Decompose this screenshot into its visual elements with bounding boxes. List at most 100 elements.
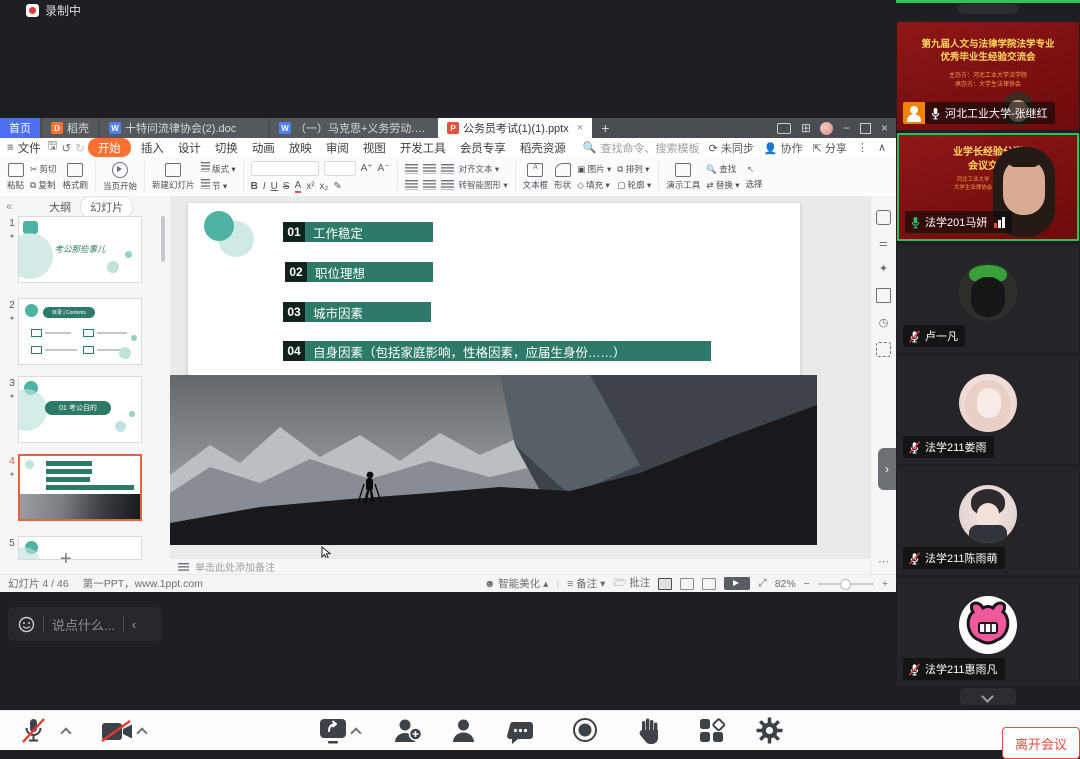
bullets-icon[interactable]	[405, 164, 418, 174]
sync-status[interactable]: ⟳ 未同步	[709, 140, 754, 156]
reading-view-icon[interactable]	[702, 578, 716, 590]
menu-design[interactable]: 设计	[171, 140, 208, 156]
new-slide-button[interactable]: 新建幻灯片	[152, 163, 195, 191]
collapse-ribbon-icon[interactable]: ∧	[878, 141, 886, 154]
numbering-icon[interactable]	[423, 164, 436, 174]
minimize-button[interactable]: −	[843, 121, 850, 135]
apps-button[interactable]	[698, 717, 725, 744]
menu-file[interactable]: ≡文件	[0, 140, 48, 156]
sorter-view-icon[interactable]	[680, 578, 694, 590]
zoom-slider-knob[interactable]	[840, 579, 851, 590]
align-text-button[interactable]: 对齐文本 ▾	[459, 163, 500, 175]
bold-button[interactable]: B	[251, 181, 258, 192]
grow-font-icon[interactable]: A⁺	[361, 163, 373, 174]
participants-button[interactable]	[450, 717, 477, 744]
slide-thumbnail-1[interactable]: 考公那些事儿	[18, 216, 142, 283]
account-avatar[interactable]	[820, 122, 833, 135]
zoom-in-button[interactable]: +	[882, 578, 888, 590]
beautify-button[interactable]: ☻ 智能美化 ▴	[484, 576, 548, 591]
normal-view-icon[interactable]	[658, 578, 672, 590]
present-tools-button[interactable]: 演示工具	[666, 163, 700, 191]
maximize-button[interactable]	[860, 123, 871, 134]
camera-options-caret[interactable]	[138, 727, 147, 736]
command-search[interactable]: 🔍 查找命令、搜索模板	[583, 140, 700, 156]
slide-canvas[interactable]: 01工作稳定 02职位理想 03城市因素 04自身因素（包括家庭影响，性格因素，…	[170, 196, 870, 558]
smart-graphic-button[interactable]: 转智能图形 ▾	[459, 179, 508, 191]
collapse-panel-icon[interactable]: «	[0, 201, 18, 213]
menu-view[interactable]: 视图	[356, 140, 393, 156]
italic-button[interactable]: I	[263, 181, 266, 192]
camera-muted-button[interactable]	[100, 720, 136, 743]
chat-input-placeholder[interactable]: 说点什么...	[52, 615, 115, 634]
tab-home[interactable]: 首页	[0, 118, 40, 138]
emoji-icon[interactable]	[18, 616, 35, 633]
share-screen-button[interactable]	[318, 717, 348, 745]
sidepanel-icon[interactable]	[777, 123, 791, 134]
participant-tile-speaking[interactable]: 业学长经验分享 会议交流 河北工业大学 大学生法律协会 法学201马妍	[897, 133, 1079, 241]
expand-panel-tab[interactable]: ›	[878, 448, 896, 490]
indent-icon[interactable]	[441, 164, 454, 174]
outline-button[interactable]: ▢ 轮廓 ▾	[617, 179, 651, 191]
more-tools-icon[interactable]: ⋯	[878, 555, 889, 568]
chat-button[interactable]	[507, 720, 534, 744]
participant-tile[interactable]: 法学211娄雨	[897, 356, 1079, 464]
font-color-button[interactable]: A	[295, 180, 302, 193]
invite-button[interactable]	[392, 717, 422, 744]
copy-button[interactable]: ⧉ 复制	[30, 179, 57, 191]
shrink-font-icon[interactable]: A⁻	[378, 163, 390, 174]
collapse-chat-icon[interactable]: ‹	[132, 617, 136, 632]
superscript-button[interactable]: x²	[306, 181, 314, 192]
menu-start[interactable]: 开始	[88, 138, 131, 157]
menu-docer-res[interactable]: 稻壳资源	[513, 140, 573, 156]
shapes-button[interactable]: 形状	[554, 163, 571, 191]
format-painter-button[interactable]: 格式刷	[63, 163, 89, 191]
record-button[interactable]	[572, 717, 598, 743]
add-slide-button[interactable]: +	[60, 548, 72, 571]
zoom-out-button[interactable]: −	[804, 578, 810, 590]
participant-tile[interactable]: 卢一凡	[897, 245, 1079, 353]
fit-zoom-icon[interactable]: ⤢	[758, 577, 766, 590]
redo-icon[interactable]: ↻	[75, 141, 85, 155]
slide-list-item[interactable]: 01工作稳定	[283, 222, 433, 242]
new-tab-button[interactable]: +	[592, 118, 618, 138]
participant-tile[interactable]: 法学211惠雨凡	[897, 578, 1079, 686]
layout-button[interactable]: 版式 ▾	[201, 162, 236, 175]
slide-thumbnail-5[interactable]	[18, 536, 142, 560]
leave-meeting-button[interactable]: 离开会议	[1002, 727, 1080, 759]
comments-toggle[interactable]: 🗁 批注	[613, 575, 650, 593]
highlight-button[interactable]: ✎	[333, 181, 341, 192]
menu-slideshow[interactable]: 放映	[282, 140, 319, 156]
select-button[interactable]: ↖选择	[745, 164, 762, 190]
more-icon[interactable]: ⋮	[857, 141, 868, 154]
share-button[interactable]: ⇱ 分享	[813, 140, 847, 156]
slide-list-item[interactable]: 02职位理想	[285, 262, 433, 282]
menu-animation[interactable]: 动画	[245, 140, 282, 156]
adjust-icon[interactable]: ⚌	[879, 238, 888, 249]
share-options-caret[interactable]	[352, 727, 361, 736]
beautify-icon[interactable]: ✦	[879, 262, 888, 275]
slide-thumbnail-2[interactable]: 目录 | Contents	[18, 298, 142, 365]
slide-thumbnail-4-selected[interactable]	[18, 454, 142, 521]
tab-document-1[interactable]: W 十特问流律协会(2).doc	[100, 118, 268, 138]
arrange-button[interactable]: ⧉ 排列 ▾	[617, 163, 651, 175]
tab-slides[interactable]: 幻灯片	[80, 196, 133, 218]
raise-hand-button[interactable]	[638, 717, 662, 744]
close-button[interactable]: ×	[881, 121, 888, 135]
textbox-button[interactable]: A文本框	[523, 163, 549, 191]
panel-scrollbar[interactable]	[161, 216, 165, 262]
strike-button[interactable]: S	[283, 181, 290, 192]
tab-outline[interactable]: 大纲	[40, 197, 80, 217]
undo-icon[interactable]: ↺	[58, 141, 76, 155]
subscript-button[interactable]: x₂	[320, 181, 329, 192]
section-button[interactable]: 节 ▾	[201, 179, 236, 192]
slide-thumbnail-3[interactable]: 01 考公目的	[18, 376, 142, 443]
save-icon[interactable]: 🖫	[48, 138, 58, 157]
picture-button[interactable]: ▣ 图片 ▾	[577, 163, 611, 175]
timer-icon[interactable]: ◷	[879, 316, 889, 329]
zoom-slider[interactable]	[818, 583, 874, 585]
play-from-current-button[interactable]: 当页开始	[103, 162, 137, 192]
slide-list-item[interactable]: 04自身因素（包括家庭影响，性格因素，应届生身份……）	[283, 341, 711, 361]
participant-tile[interactable]: 法学211陈雨萌	[897, 467, 1079, 575]
layers-icon[interactable]	[876, 288, 891, 303]
mic-muted-button[interactable]	[20, 717, 47, 744]
